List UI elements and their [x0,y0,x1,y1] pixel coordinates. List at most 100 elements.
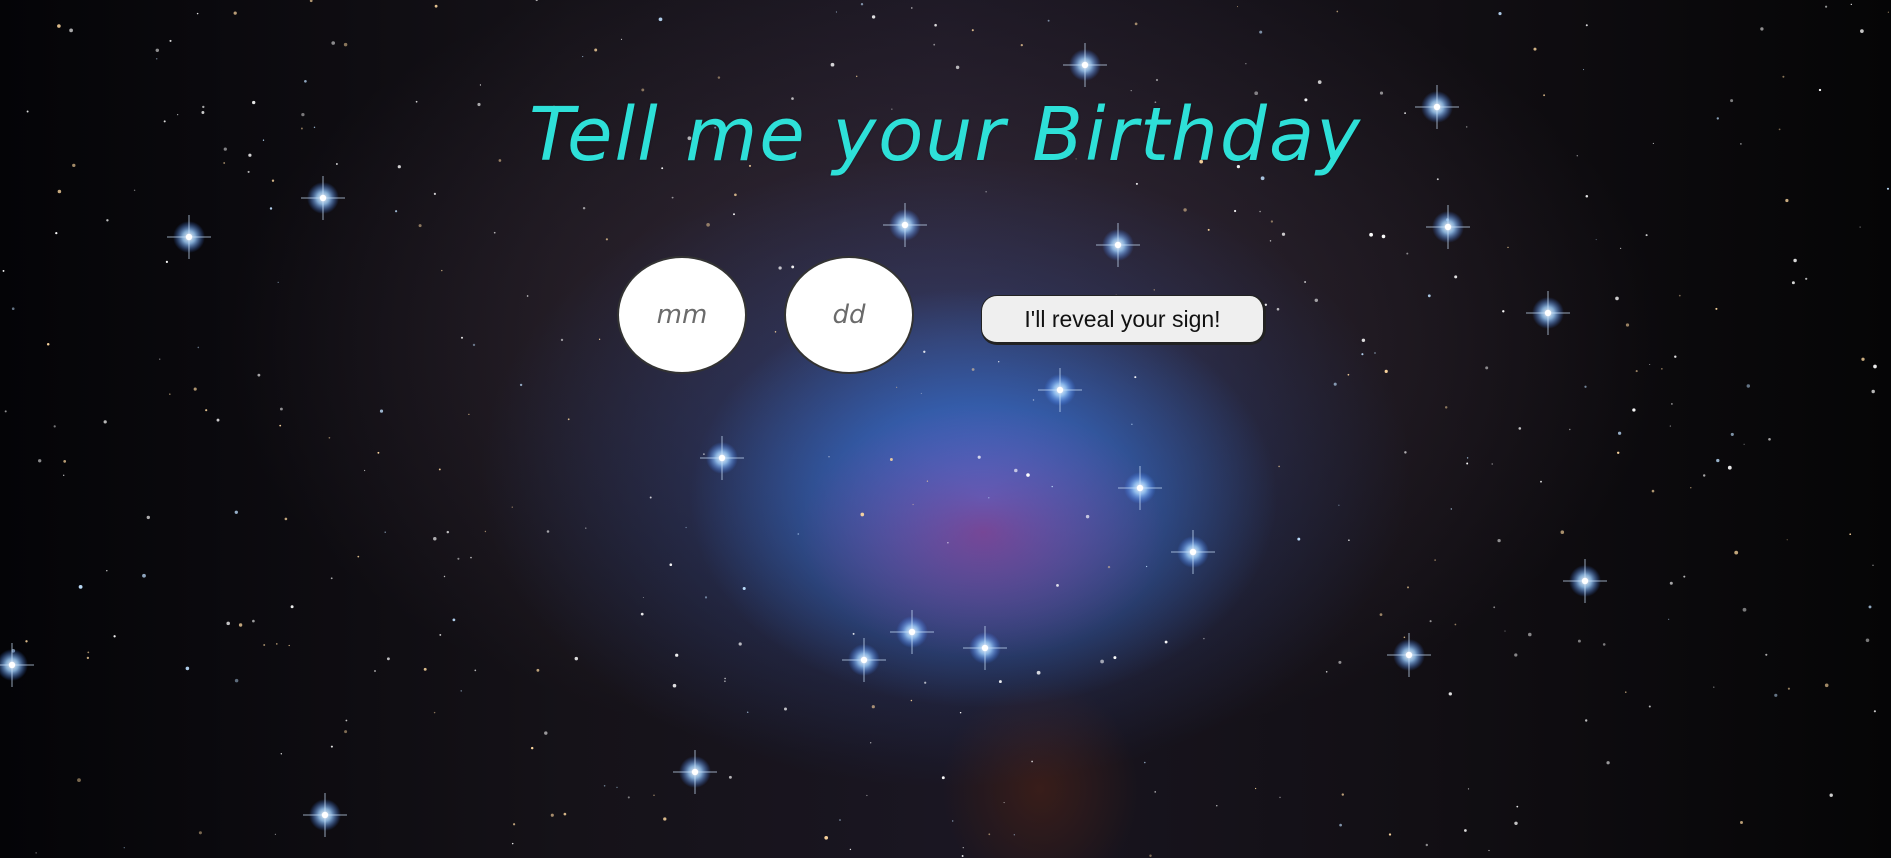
star [733,213,735,216]
bright-star [1387,633,1431,677]
star [855,75,858,78]
star [671,196,674,199]
star [1702,474,1706,477]
star [1787,687,1790,690]
star [1595,239,1597,241]
bright-star [1038,368,1082,412]
star [1528,632,1532,637]
star [724,680,726,683]
bright-star [842,638,886,682]
star [1403,636,1406,639]
star [434,4,438,8]
bright-star [0,643,34,687]
day-input[interactable] [784,256,914,374]
star [649,496,652,499]
star [1661,368,1663,370]
star [941,776,945,780]
star [2,269,5,272]
star [866,794,868,797]
star [835,11,837,13]
star [1013,834,1015,836]
star [616,786,618,789]
star [871,15,876,19]
star [585,527,587,529]
star [1134,376,1137,379]
star [511,842,514,845]
star [1730,432,1734,436]
star [433,192,436,195]
star [69,28,73,33]
star [363,469,366,472]
star [669,563,673,567]
star [1585,24,1588,27]
star [774,331,777,333]
star [345,719,348,722]
star [271,179,275,182]
star [746,711,749,714]
star [1516,805,1519,808]
star [1585,194,1589,198]
star [988,833,991,836]
star [1868,605,1872,609]
star [11,307,15,311]
star [560,338,564,342]
star [1145,565,1148,568]
star [1036,670,1041,675]
star [470,556,472,559]
star [1765,653,1768,656]
star [642,596,644,599]
star [269,207,273,210]
star [1369,232,1373,237]
month-input[interactable] [617,256,747,374]
star [706,222,710,227]
star [988,497,990,499]
star [574,656,579,661]
star [1785,198,1789,203]
star [1782,75,1785,78]
star [63,460,67,463]
star [870,742,872,744]
star [742,586,746,591]
star [1135,182,1138,185]
star [675,653,679,657]
star [1825,5,1828,8]
star [1648,705,1651,708]
star [439,633,442,636]
star [1651,489,1655,493]
bright-star [1063,43,1107,87]
star [1113,656,1117,660]
star [35,852,37,854]
star [1259,210,1261,213]
star [374,670,376,672]
star [1713,686,1715,688]
star [1774,693,1778,697]
star [4,410,7,413]
star [113,635,116,638]
star [1336,10,1339,13]
star [962,847,964,849]
star [1325,671,1328,673]
star [277,281,279,284]
star [1429,620,1432,623]
star [912,503,914,506]
star [1734,550,1739,555]
star [87,651,90,654]
star [923,350,926,353]
star [1616,451,1620,455]
star [344,730,348,734]
star [934,23,937,27]
star [933,43,936,46]
star [1338,504,1340,506]
star [433,537,437,541]
reveal-sign-button[interactable]: I'll reveal your sign! [981,295,1266,345]
star [663,817,667,821]
star [1793,258,1797,263]
star [1031,760,1033,763]
star [1020,43,1023,47]
star [896,386,898,388]
star [685,526,687,529]
star [377,451,380,454]
star [526,295,529,297]
star [106,219,109,222]
star [1379,613,1383,616]
